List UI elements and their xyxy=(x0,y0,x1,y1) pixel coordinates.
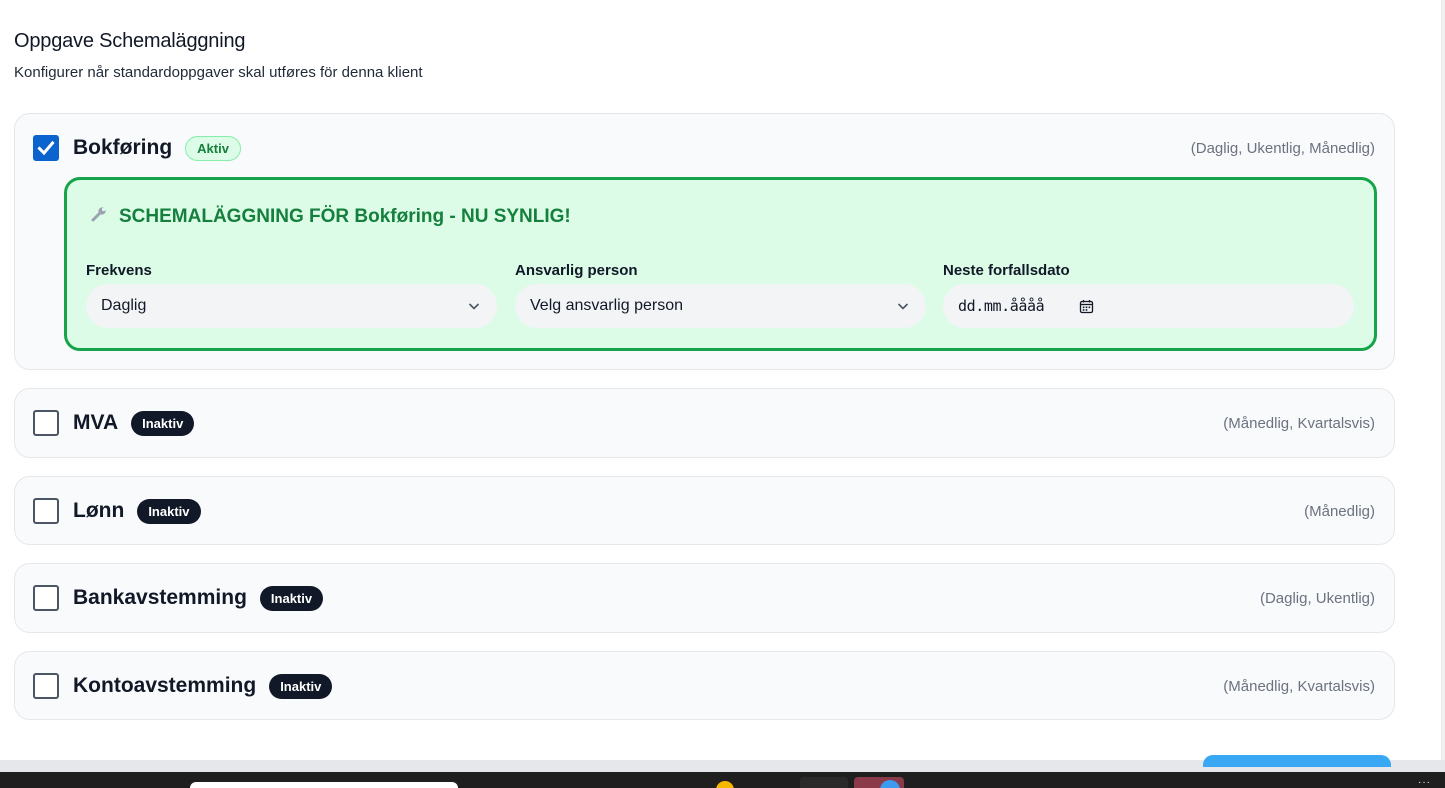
task-card-lonn: Lønn Inaktiv (Månedlig) xyxy=(14,476,1395,545)
frequency-hint: (Daglig, Ukentlig) xyxy=(1259,589,1375,607)
task-card-bokforing: Bokføring Aktiv (Daglig, Ukentlig, Måned… xyxy=(14,113,1395,370)
frequency-hint: (Daglig, Ukentlig, Månedlig) xyxy=(1190,139,1375,157)
chevron-down-icon xyxy=(468,303,480,310)
task-checkbox-kontoavstemming[interactable] xyxy=(33,673,59,699)
frequency-value: Daglig xyxy=(101,297,147,314)
status-badge: Inaktiv xyxy=(269,673,333,699)
schedule-panel: SCHEMALÄGGNING FÖR Bokføring - NU SYNLIG… xyxy=(64,177,1377,351)
calendar-icon[interactable] xyxy=(1079,299,1094,314)
frequency-hint: (Månedlig, Kvartalsvis) xyxy=(1223,414,1375,432)
status-badge: Inaktiv xyxy=(137,498,201,524)
responsible-value: Velg ansvarlig person xyxy=(530,297,683,314)
checkmark-icon xyxy=(37,140,55,156)
status-badge: Inaktiv xyxy=(259,585,324,611)
scrollbar[interactable] xyxy=(1441,0,1445,760)
responsible-field: Ansvarlig person Velg ansvarlig person xyxy=(515,262,926,328)
frequency-hint: (Månedlig) xyxy=(1304,502,1375,520)
frequency-field: Frekvens Daglig xyxy=(86,262,497,328)
page-subtitle: Konfigurer når standardoppgaver skal utf… xyxy=(14,64,423,81)
task-name: Lønn xyxy=(73,499,125,522)
responsible-label: Ansvarlig person xyxy=(515,262,638,279)
task-checkbox-bankavstemming[interactable] xyxy=(33,585,59,611)
taskbar-search-bar[interactable] xyxy=(190,782,458,788)
task-checkbox-mva[interactable] xyxy=(33,410,59,436)
task-card-kontoavstemming: Kontoavstemming Inaktiv (Månedlig, Kvart… xyxy=(14,651,1395,720)
task-name: Bokføring xyxy=(73,136,173,159)
task-name: MVA xyxy=(73,411,119,434)
due-date-input[interactable]: dd.mm.åååå xyxy=(943,284,1354,328)
frequency-hint: (Månedlig, Kvartalsvis) xyxy=(1223,677,1375,695)
chevron-down-icon xyxy=(897,303,909,310)
task-name: Kontoavstemming xyxy=(73,674,257,697)
taskbar-app-tile[interactable] xyxy=(800,777,848,788)
wrench-icon xyxy=(89,204,109,230)
responsible-select[interactable]: Velg ansvarlig person xyxy=(515,284,926,328)
frequency-label: Frekvens xyxy=(86,262,152,279)
task-checkbox-lonn[interactable] xyxy=(33,498,59,524)
due-date-field: Neste forfallsdato dd.mm.åååå xyxy=(943,262,1354,328)
task-checkbox-bokforing[interactable] xyxy=(33,135,59,161)
task-card-mva: MVA Inaktiv (Månedlig, Kvartalsvis) xyxy=(14,388,1395,458)
frequency-select[interactable]: Daglig xyxy=(86,284,497,328)
schedule-heading: SCHEMALÄGGNING FÖR Bokføring - NU SYNLIG… xyxy=(89,204,571,230)
taskbar: ··· xyxy=(0,755,1445,788)
due-date-label: Neste forfallsdato xyxy=(943,262,1070,279)
save-button-partial[interactable] xyxy=(1203,755,1391,767)
task-name: Bankavstemming xyxy=(73,586,247,609)
due-date-placeholder: dd.mm.åååå xyxy=(958,297,1045,315)
schedule-heading-text: SCHEMALÄGGNING FÖR Bokføring - NU SYNLIG… xyxy=(119,206,571,227)
page-title: Oppgave Schemaläggning xyxy=(14,30,246,52)
status-badge: Inaktiv xyxy=(131,410,195,436)
taskbar-overflow-icon[interactable]: ··· xyxy=(1418,777,1431,788)
task-card-bankavstemming: Bankavstemming Inaktiv (Daglig, Ukentlig… xyxy=(14,563,1395,633)
status-badge: Aktiv xyxy=(185,135,241,161)
